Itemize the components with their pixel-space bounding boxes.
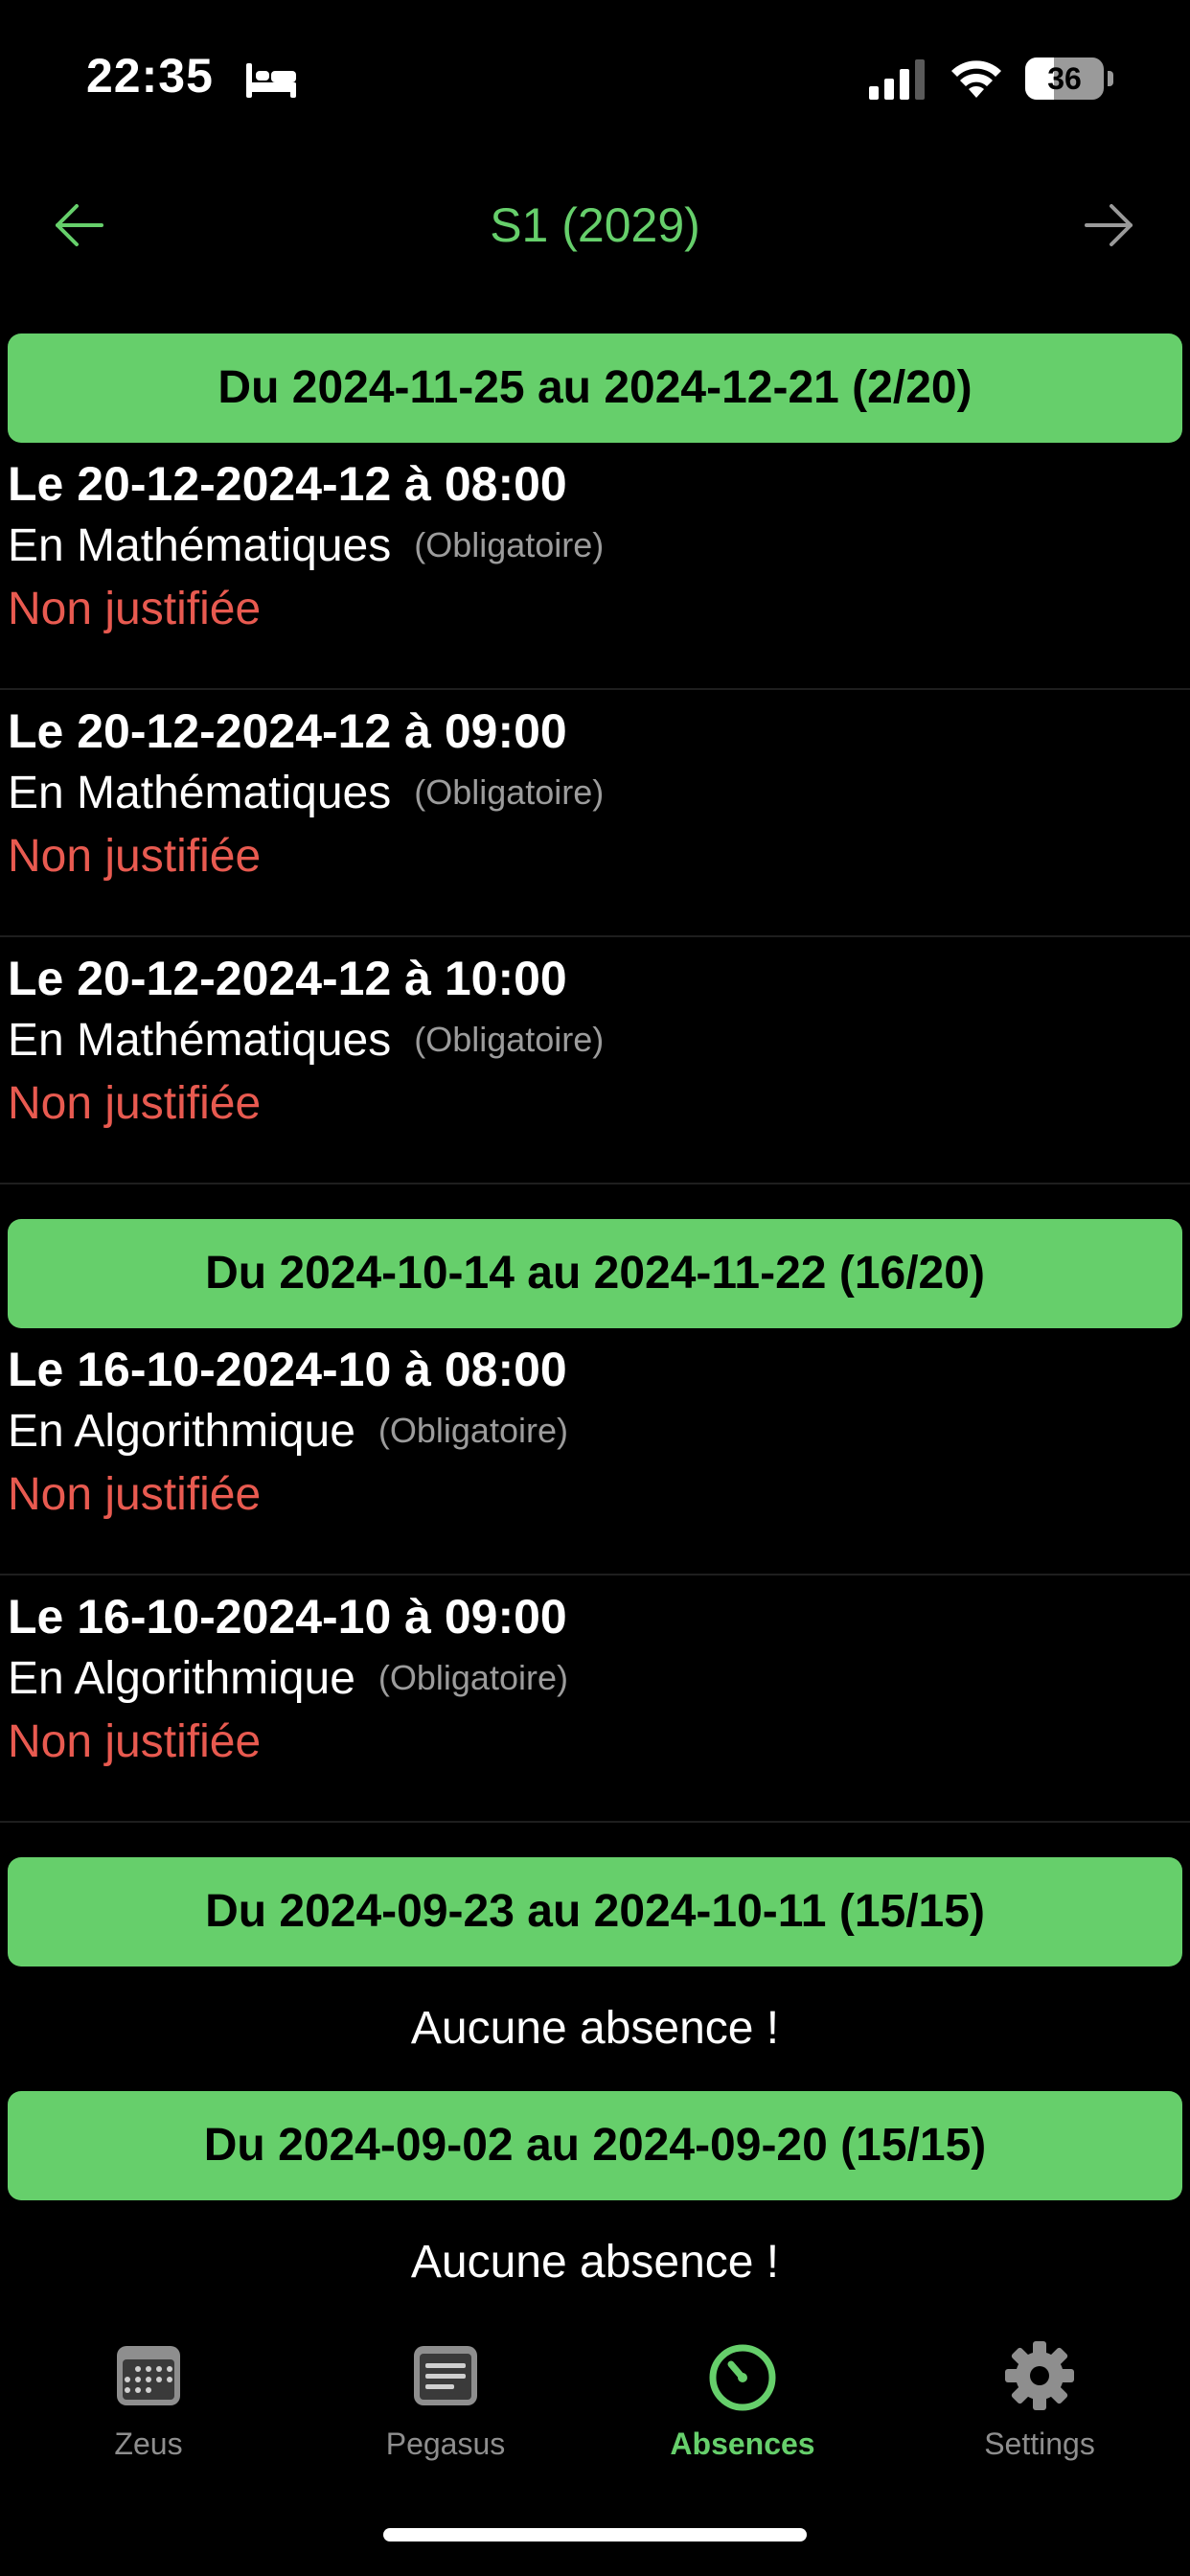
- period-header[interactable]: Du 2024-09-23 au 2024-10-11 (15/15): [8, 1857, 1182, 1966]
- absence-course: En Mathématiques: [8, 768, 392, 818]
- gear-icon: [1005, 2341, 1074, 2410]
- absence-course: En Mathématiques: [8, 520, 392, 571]
- absence-type: (Obligatoire): [414, 772, 605, 812]
- tab-pegasus[interactable]: Pegasus: [297, 2338, 594, 2482]
- tab-settings[interactable]: Settings: [891, 2338, 1188, 2482]
- absence-type: (Obligatoire): [414, 1020, 605, 1059]
- absence-item[interactable]: Le 20-12-2024-12 à 10:00 En Mathématique…: [0, 937, 1190, 1184]
- absence-status: Non justifiée: [8, 1469, 262, 1520]
- period-header[interactable]: Du 2024-11-25 au 2024-12-21 (2/20): [8, 334, 1182, 443]
- absence-item[interactable]: Le 20-12-2024-12 à 09:00 En Mathématique…: [0, 690, 1190, 937]
- absence-type: (Obligatoire): [378, 1658, 568, 1697]
- home-indicator[interactable]: [383, 2528, 807, 2542]
- absence-date: Le 20-12-2024-12 à 09:00: [8, 704, 567, 758]
- absence-date: Le 20-12-2024-12 à 08:00: [8, 457, 567, 511]
- period-block: Du 2024-09-23 au 2024-10-11 (15/15) Aucu…: [0, 1857, 1190, 2091]
- arrow-right-icon[interactable]: [1081, 196, 1138, 254]
- absence-status: Non justifiée: [8, 584, 262, 634]
- absence-course-row: En Mathématiques (Obligatoire): [8, 767, 604, 819]
- absence-course-row: En Algorithmique (Obligatoire): [8, 1652, 568, 1705]
- page-title: S1 (2029): [490, 198, 700, 252]
- absence-status: Non justifiée: [8, 1716, 262, 1767]
- tab-label: Zeus: [114, 2426, 183, 2461]
- signal-icon: [869, 59, 925, 100]
- absence-item[interactable]: Le 16-10-2024-10 à 08:00 En Algorithmiqu…: [0, 1328, 1190, 1576]
- absence-list: Du 2024-11-25 au 2024-12-21 (2/20) Le 20…: [0, 334, 1190, 2325]
- document-icon: [414, 2346, 477, 2405]
- tab-label: Absences: [670, 2426, 815, 2461]
- absence-course: En Algorithmique: [8, 1653, 355, 1704]
- battery-level: 36: [1047, 61, 1082, 96]
- absence-course-row: En Mathématiques (Obligatoire): [8, 519, 604, 572]
- absence-date: Le 16-10-2024-10 à 09:00: [8, 1590, 567, 1644]
- tab-bar: Zeus Pegasus Absences Settings: [0, 2319, 1190, 2482]
- absence-course: En Algorithmique: [8, 1406, 355, 1457]
- header: S1 (2029): [0, 172, 1190, 278]
- bed-icon: [246, 63, 296, 98]
- absence-item[interactable]: Le 16-10-2024-10 à 09:00 En Algorithmiqu…: [0, 1576, 1190, 1823]
- period-block: Du 2024-09-02 au 2024-09-20 (15/15) Aucu…: [0, 2091, 1190, 2325]
- tab-absences[interactable]: Absences: [594, 2338, 891, 2482]
- absence-type: (Obligatoire): [378, 1411, 568, 1450]
- calendar-icon: [117, 2346, 180, 2405]
- battery-icon: 36: [1025, 58, 1113, 100]
- period-header[interactable]: Du 2024-10-14 au 2024-11-22 (16/20): [8, 1219, 1182, 1328]
- timer-icon: [709, 2344, 776, 2411]
- tab-label: Pegasus: [385, 2426, 506, 2461]
- no-absence-message: Aucune absence !: [410, 2237, 780, 2288]
- period-block: Du 2024-11-25 au 2024-12-21 (2/20) Le 20…: [0, 334, 1190, 1184]
- absence-course: En Mathématiques: [8, 1015, 392, 1066]
- absence-course-row: En Mathématiques (Obligatoire): [8, 1014, 604, 1067]
- status-bar: 22:35 36: [0, 0, 1190, 144]
- battery-body: 36: [1025, 58, 1104, 100]
- no-absence-message: Aucune absence !: [410, 2003, 780, 2054]
- period-block: Du 2024-10-14 au 2024-11-22 (16/20) Le 1…: [0, 1219, 1190, 1823]
- absence-course-row: En Algorithmique (Obligatoire): [8, 1405, 568, 1458]
- tab-zeus[interactable]: Zeus: [0, 2338, 297, 2482]
- absence-status: Non justifiée: [8, 831, 262, 882]
- period-header[interactable]: Du 2024-09-02 au 2024-09-20 (15/15): [8, 2091, 1182, 2200]
- absence-date: Le 16-10-2024-10 à 08:00: [8, 1343, 567, 1396]
- absence-date: Le 20-12-2024-12 à 10:00: [8, 952, 567, 1005]
- absence-item[interactable]: Le 20-12-2024-12 à 08:00 En Mathématique…: [0, 443, 1190, 690]
- absence-status: Non justifiée: [8, 1078, 262, 1129]
- tab-label: Settings: [984, 2426, 1095, 2461]
- wifi-icon: [951, 60, 1001, 98]
- status-time: 22:35: [86, 49, 214, 103]
- absence-type: (Obligatoire): [414, 525, 605, 564]
- battery-tip: [1108, 71, 1113, 86]
